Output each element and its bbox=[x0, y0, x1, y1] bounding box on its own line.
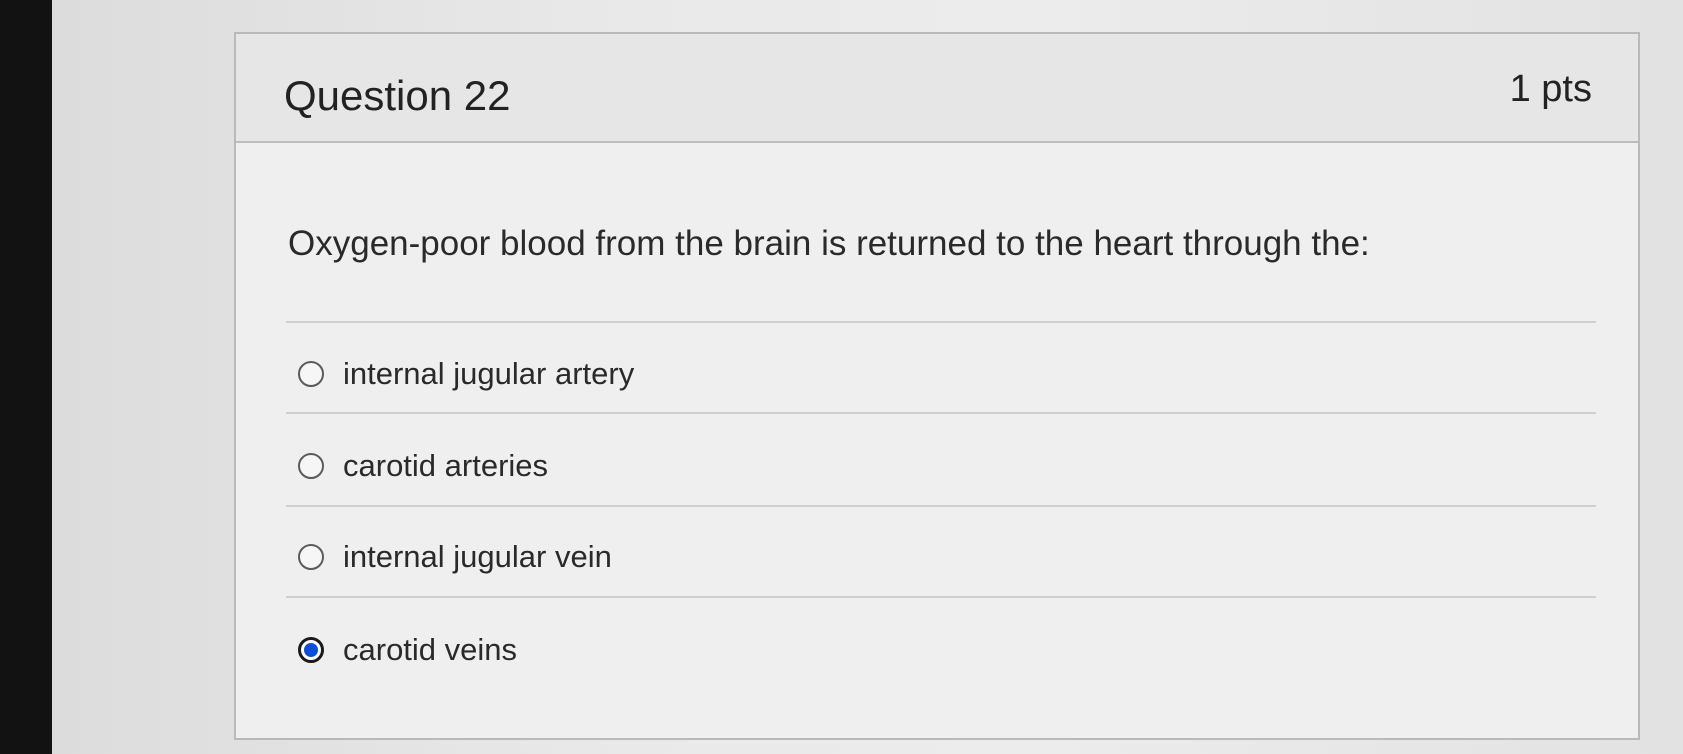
radio-button[interactable] bbox=[298, 453, 324, 479]
answer-divider bbox=[286, 505, 1596, 507]
monitor-bezel bbox=[0, 0, 52, 754]
answer-label: carotid arteries bbox=[343, 448, 549, 483]
question-header: Question 22 1 pts bbox=[236, 34, 1638, 143]
answer-label: internal jugular vein bbox=[343, 539, 612, 574]
answer-label: carotid veins bbox=[343, 632, 518, 667]
answer-option-carotid-veins[interactable]: carotid veins bbox=[298, 630, 517, 670]
screen: Question 22 1 pts Oxygen-poor blood from… bbox=[52, 0, 1683, 754]
answer-divider bbox=[286, 412, 1596, 414]
answer-option-internal-jugular-vein[interactable]: internal jugular vein bbox=[298, 537, 612, 577]
question-points: 1 pts bbox=[1509, 68, 1592, 110]
answer-option-internal-jugular-artery[interactable]: internal jugular artery bbox=[298, 354, 634, 394]
answer-label: internal jugular artery bbox=[343, 356, 635, 391]
radio-button[interactable] bbox=[298, 544, 324, 570]
question-text: Oxygen-poor blood from the brain is retu… bbox=[288, 224, 1370, 263]
answer-divider bbox=[286, 596, 1596, 598]
answer-divider bbox=[286, 321, 1596, 323]
answer-option-carotid-arteries[interactable]: carotid arteries bbox=[298, 446, 548, 486]
question-card: Question 22 1 pts Oxygen-poor blood from… bbox=[234, 32, 1640, 740]
radio-button-selected[interactable] bbox=[298, 637, 324, 663]
radio-button[interactable] bbox=[298, 361, 324, 387]
question-title: Question 22 bbox=[284, 72, 511, 119]
